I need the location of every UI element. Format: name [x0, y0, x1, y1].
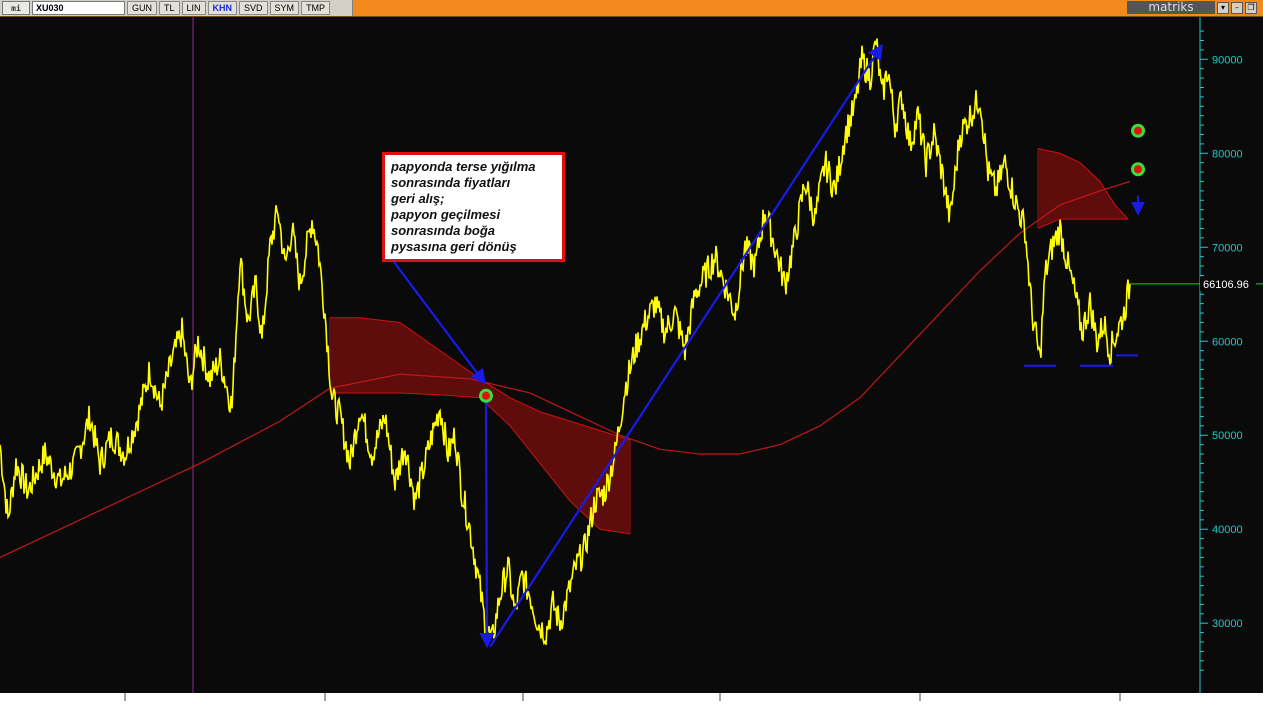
annotation-callout: papyonda terse yığılma sonrasında fiyatl… [382, 152, 565, 262]
y-tick-label: 30000 [1212, 618, 1243, 630]
toolbar-button-svd[interactable]: SVD [239, 1, 268, 15]
toolbar-button-gun[interactable]: GUN [127, 1, 157, 15]
toolbar-button-tmp[interactable]: TMP [301, 1, 331, 15]
toolbar-controls: mi XU030 GUN TL LIN KHN SVD SYM TMP [0, 0, 353, 16]
signal-marker [482, 391, 490, 400]
price-chart: 30000 40000 50000 60000 70000 80000 90000 66106… [0, 17, 1263, 708]
y-tick-label: 60000 [1212, 336, 1243, 348]
toolbar-button-sym[interactable]: SYM [269, 1, 300, 15]
y-tick-label: 40000 [1212, 524, 1243, 536]
signal-marker [1134, 126, 1142, 135]
last-price-label: 66106.96 [1203, 279, 1249, 291]
toolbar-button-lin[interactable]: LIN [181, 1, 206, 15]
signal-marker [1134, 165, 1142, 174]
x-axis-strip [0, 693, 1263, 708]
chart-toolbar: mi XU030 GUN TL LIN KHN SVD SYM TMP matriks ▾ … [0, 0, 1263, 17]
minimize-icon[interactable]: – [1231, 2, 1243, 14]
trend-arrow [479, 397, 495, 649]
y-tick-label: 90000 [1212, 54, 1243, 66]
y-tick-label: 80000 [1212, 148, 1243, 160]
y-tick-label: 70000 [1212, 242, 1243, 254]
toolbar-buttons: GUN TL LIN KHN SVD SYM TMP [125, 1, 331, 15]
toolbar-button-tl[interactable]: TL [159, 1, 180, 15]
symbol-field[interactable]: XU030 [32, 1, 125, 15]
y-tick-label: 50000 [1212, 430, 1243, 442]
toolbar-button-khn[interactable]: KHN [207, 1, 238, 15]
dropdown-icon[interactable]: ▾ [1217, 2, 1229, 14]
app-icon[interactable]: mi [2, 1, 30, 15]
restore-icon[interactable]: ❐ [1245, 2, 1257, 14]
brand-logo: matriks [1127, 1, 1215, 14]
